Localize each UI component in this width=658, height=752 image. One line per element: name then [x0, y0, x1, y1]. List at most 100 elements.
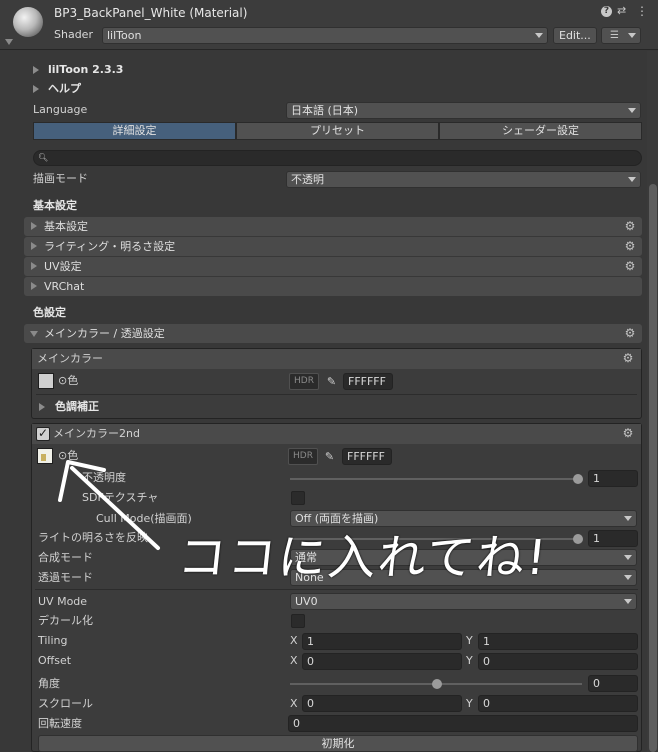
- chevron-down-icon: [624, 516, 632, 521]
- material-title: BP3_BackPanel_White (Material): [54, 6, 248, 20]
- foldout-main-color-alpha[interactable]: メインカラー / 透過設定 ⚙: [24, 324, 642, 343]
- foldout-uv-settings[interactable]: UV設定 ⚙: [24, 257, 642, 276]
- eyedropper-icon[interactable]: ✎: [322, 449, 337, 464]
- tiling-y-input[interactable]: 1: [478, 633, 638, 650]
- main-color-title: メインカラー: [37, 352, 103, 365]
- foldout-arrow-icon: [30, 331, 38, 337]
- offset-x-input[interactable]: 0: [302, 653, 462, 670]
- tiling-x-input[interactable]: 1: [302, 633, 462, 650]
- eyedropper-icon[interactable]: ✎: [324, 374, 339, 389]
- main-color-label: ⊙色: [58, 374, 79, 387]
- language-dropdown[interactable]: 日本語 (日本): [286, 102, 641, 119]
- render-mode-dropdown[interactable]: 不透明: [286, 171, 641, 188]
- material-preview-icon: [13, 7, 43, 37]
- context-menu-icon[interactable]: ⋮: [636, 3, 648, 19]
- presets-icon[interactable]: ⇄: [617, 3, 626, 19]
- gear-icon[interactable]: ⚙: [624, 260, 636, 272]
- foldout-vrchat[interactable]: VRChat: [24, 277, 642, 296]
- offset-label: Offset: [38, 654, 72, 667]
- scroll-y-label: Y: [466, 697, 473, 710]
- language-value: 日本語 (日本): [291, 104, 359, 117]
- uv-mode-dropdown[interactable]: UV0: [290, 593, 637, 610]
- gear-icon[interactable]: ⚙: [622, 427, 634, 439]
- reset-button[interactable]: 初期化: [38, 735, 638, 752]
- sdf-texture-checkbox[interactable]: [291, 491, 305, 505]
- shader-dropdown[interactable]: lilToon: [102, 27, 548, 44]
- color-settings-heading: 色設定: [33, 306, 66, 319]
- alpha-mode-label: 透過モード: [38, 571, 93, 584]
- tab-presets[interactable]: プリセット: [236, 122, 439, 140]
- foldout-arrow-icon: [31, 282, 37, 290]
- gear-icon[interactable]: ⚙: [622, 352, 634, 364]
- foldout-basic-settings[interactable]: 基本設定 ⚙: [24, 217, 642, 236]
- chevron-down-icon: [624, 575, 632, 580]
- gear-icon[interactable]: ⚙: [624, 220, 636, 232]
- search-input[interactable]: 🔍︎: [33, 150, 642, 166]
- scroll-x-input[interactable]: 0: [302, 695, 462, 712]
- decal-label: デカール化: [38, 614, 93, 627]
- tiling-y-label: Y: [466, 634, 473, 647]
- foldout-label: ライティング・明るさ設定: [44, 240, 176, 253]
- offset-x-label: X: [290, 654, 298, 667]
- chevron-down-icon: [624, 555, 632, 560]
- shader-label: Shader: [54, 28, 93, 41]
- help-icon[interactable]: ?: [601, 6, 612, 17]
- hdr-color-field[interactable]: HDR: [289, 373, 319, 390]
- light-input[interactable]: 1: [588, 530, 638, 547]
- opacity-label: 不透明度: [82, 471, 126, 484]
- main-color-hex-input[interactable]: FFFFFF: [343, 373, 393, 390]
- liltoon-version-foldout[interactable]: lilToon 2.3.3: [48, 62, 123, 78]
- main-color-2nd-header: メインカラー2nd ⚙: [32, 424, 641, 444]
- foldout-arrow-icon[interactable]: [33, 85, 39, 93]
- foldout-label: メインカラー / 透過設定: [44, 327, 165, 340]
- gear-icon[interactable]: ⚙: [624, 240, 636, 252]
- edit-shader-button[interactable]: Edit...: [553, 27, 597, 44]
- texture-thumbnail-icon: [41, 454, 46, 461]
- foldout-arrow-icon[interactable]: [33, 66, 39, 74]
- light-reflect-label: ライトの明るさを反映: [38, 531, 148, 544]
- angle-input[interactable]: 0: [588, 675, 638, 692]
- blend-mode-label: 合成モード: [38, 551, 93, 564]
- foldout-arrow-icon: [31, 242, 37, 250]
- opacity-slider-track[interactable]: [290, 478, 582, 480]
- color-adjust-foldout[interactable]: 色調補正: [55, 399, 99, 415]
- list-icon: ☰: [610, 30, 619, 41]
- hdr-color-field[interactable]: HDR: [288, 448, 318, 465]
- main-color-texture-slot[interactable]: [38, 373, 54, 389]
- foldout-lighting-settings[interactable]: ライティング・明るさ設定 ⚙: [24, 237, 642, 256]
- light-slider-thumb[interactable]: [573, 534, 583, 544]
- foldout-arrow-icon[interactable]: [5, 39, 13, 45]
- search-icon: 🔍︎: [38, 153, 49, 162]
- main-color-2nd-toggle[interactable]: [36, 426, 50, 441]
- foldout-label: UV設定: [44, 260, 82, 273]
- shader-menu-button[interactable]: ☰: [601, 27, 641, 44]
- main-color-2nd-title: メインカラー2nd: [53, 427, 140, 440]
- opacity-slider-thumb[interactable]: [573, 474, 583, 484]
- scrollbar-thumb[interactable]: [649, 184, 657, 752]
- cull-mode-dropdown[interactable]: Off (両面を描画): [290, 510, 637, 527]
- material-header: BP3_BackPanel_White (Material) ? ⇄ ⋮ Sha…: [0, 0, 658, 50]
- offset-y-input[interactable]: 0: [478, 653, 638, 670]
- main-color-2nd-texture-slot[interactable]: [37, 448, 53, 464]
- sdf-texture-label: SDFテクスチャ: [82, 491, 159, 504]
- rotation-speed-label: 回転速度: [38, 717, 82, 730]
- foldout-arrow-icon[interactable]: [39, 403, 45, 411]
- main-color-box: メインカラー ⚙ ⊙色 HDR ✎ FFFFFF 色調補正: [31, 348, 642, 419]
- help-foldout[interactable]: ヘルプ: [48, 81, 81, 97]
- opacity-input[interactable]: 1: [588, 470, 638, 487]
- gear-icon[interactable]: ⚙: [624, 327, 636, 339]
- chevron-down-icon: [624, 599, 632, 604]
- scroll-y-input[interactable]: 0: [478, 695, 638, 712]
- rotation-speed-input[interactable]: 0: [288, 715, 638, 732]
- main-color-2nd-label: ⊙色: [58, 449, 79, 462]
- chevron-down-icon: [535, 33, 543, 38]
- render-mode-label: 描画モード: [33, 172, 88, 185]
- main-color-2nd-hex-input[interactable]: FFFFFF: [342, 448, 392, 465]
- main-color-header: メインカラー ⚙: [32, 349, 641, 369]
- tab-shader-settings[interactable]: シェーダー設定: [439, 122, 642, 140]
- decal-checkbox[interactable]: [291, 614, 305, 628]
- divider: [35, 589, 638, 590]
- angle-slider-thumb[interactable]: [432, 679, 442, 689]
- tab-detail-settings[interactable]: 詳細設定: [33, 122, 236, 140]
- chevron-down-icon: [628, 177, 636, 182]
